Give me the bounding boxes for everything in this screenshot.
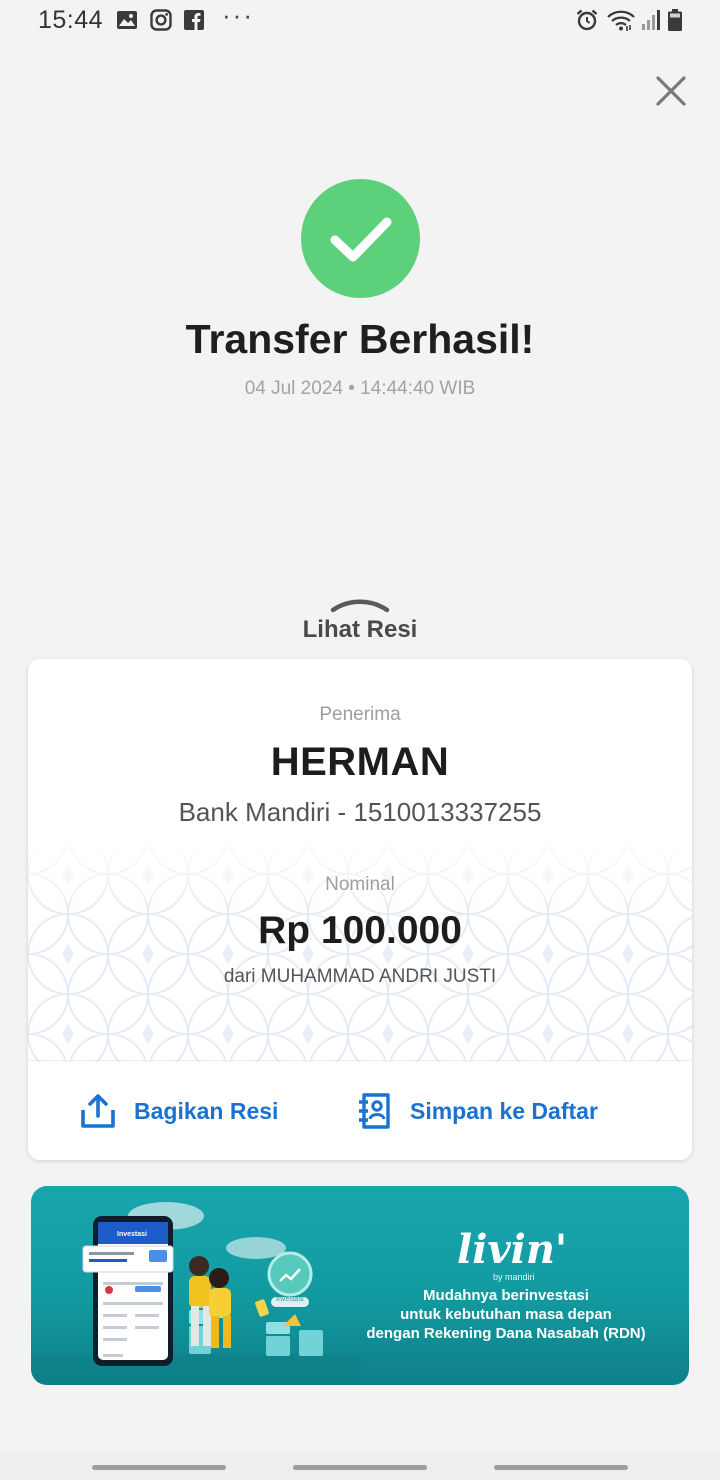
amount-label: Nominal bbox=[325, 874, 395, 895]
facebook-icon bbox=[184, 10, 204, 30]
view-receipt-toggle[interactable]: Lihat Resi bbox=[0, 616, 720, 644]
wifi-icon bbox=[607, 10, 635, 31]
banner-illustration bbox=[31, 1202, 361, 1385]
recipient-name: HERMAN bbox=[270, 740, 450, 784]
banner-line: dengan Rekening Dana Nasabah (RDN) bbox=[366, 1325, 646, 1342]
page-title: Transfer Berhasil! bbox=[185, 316, 535, 362]
status-time: 15:44 bbox=[38, 6, 104, 34]
divider bbox=[28, 1060, 692, 1061]
phone-header-label: Investasi bbox=[117, 1231, 147, 1238]
livin-logo-sub: by mandiri bbox=[493, 1272, 535, 1282]
recipient-label: Penerima bbox=[319, 704, 401, 725]
transfer-datetime: 04 Jul 2024 • 14:44:40 WIB bbox=[244, 378, 476, 399]
home-handle[interactable] bbox=[293, 1465, 427, 1470]
instagram-icon bbox=[150, 9, 172, 31]
back-handle[interactable] bbox=[494, 1465, 628, 1470]
banner-line: untuk kebutuhan masa depan bbox=[400, 1306, 612, 1323]
save-contact-icon bbox=[359, 1093, 390, 1129]
success-badge bbox=[301, 179, 420, 298]
more-notifications-icon: ··· bbox=[222, 0, 254, 30]
chevron-up-icon[interactable] bbox=[329, 596, 391, 614]
gallery-icon bbox=[117, 11, 137, 29]
banner-text: Mudahnya berinvestasi untuk kebutuhan ma… bbox=[341, 1286, 671, 1343]
recipient-bank-account: Bank Mandiri - 1510013337255 bbox=[178, 797, 542, 827]
close-icon[interactable] bbox=[650, 70, 692, 112]
check-icon bbox=[330, 217, 391, 261]
recent-apps-handle[interactable] bbox=[92, 1465, 226, 1470]
receipt-card: Penerima HERMAN Bank Mandiri - 151001333… bbox=[28, 659, 692, 1160]
banner-line: Mudahnya berinvestasi bbox=[423, 1287, 589, 1304]
investment-bubble-label: Investasi bbox=[276, 1296, 304, 1303]
livin-logo: livin' bbox=[457, 1226, 568, 1273]
share-receipt-label: Bagikan Resi bbox=[134, 1097, 279, 1124]
share-icon bbox=[81, 1094, 115, 1128]
promo-banner[interactable]: Investasi Investasi livin' by mandiri Mu… bbox=[31, 1186, 689, 1385]
signal-icon bbox=[642, 10, 660, 30]
sender-name: dari MUHAMMAD ANDRI JUSTI bbox=[223, 966, 497, 987]
battery-icon bbox=[668, 9, 682, 31]
status-bar: 15:44 ··· bbox=[0, 0, 720, 44]
navigation-bar bbox=[0, 1453, 720, 1480]
save-to-list-button[interactable]: Simpan ke Daftar bbox=[356, 1089, 598, 1133]
save-to-list-label: Simpan ke Daftar bbox=[410, 1097, 598, 1124]
transfer-amount: Rp 100.000 bbox=[258, 909, 462, 952]
alarm-icon bbox=[576, 9, 598, 31]
share-receipt-button[interactable]: Bagikan Resi bbox=[80, 1089, 278, 1133]
